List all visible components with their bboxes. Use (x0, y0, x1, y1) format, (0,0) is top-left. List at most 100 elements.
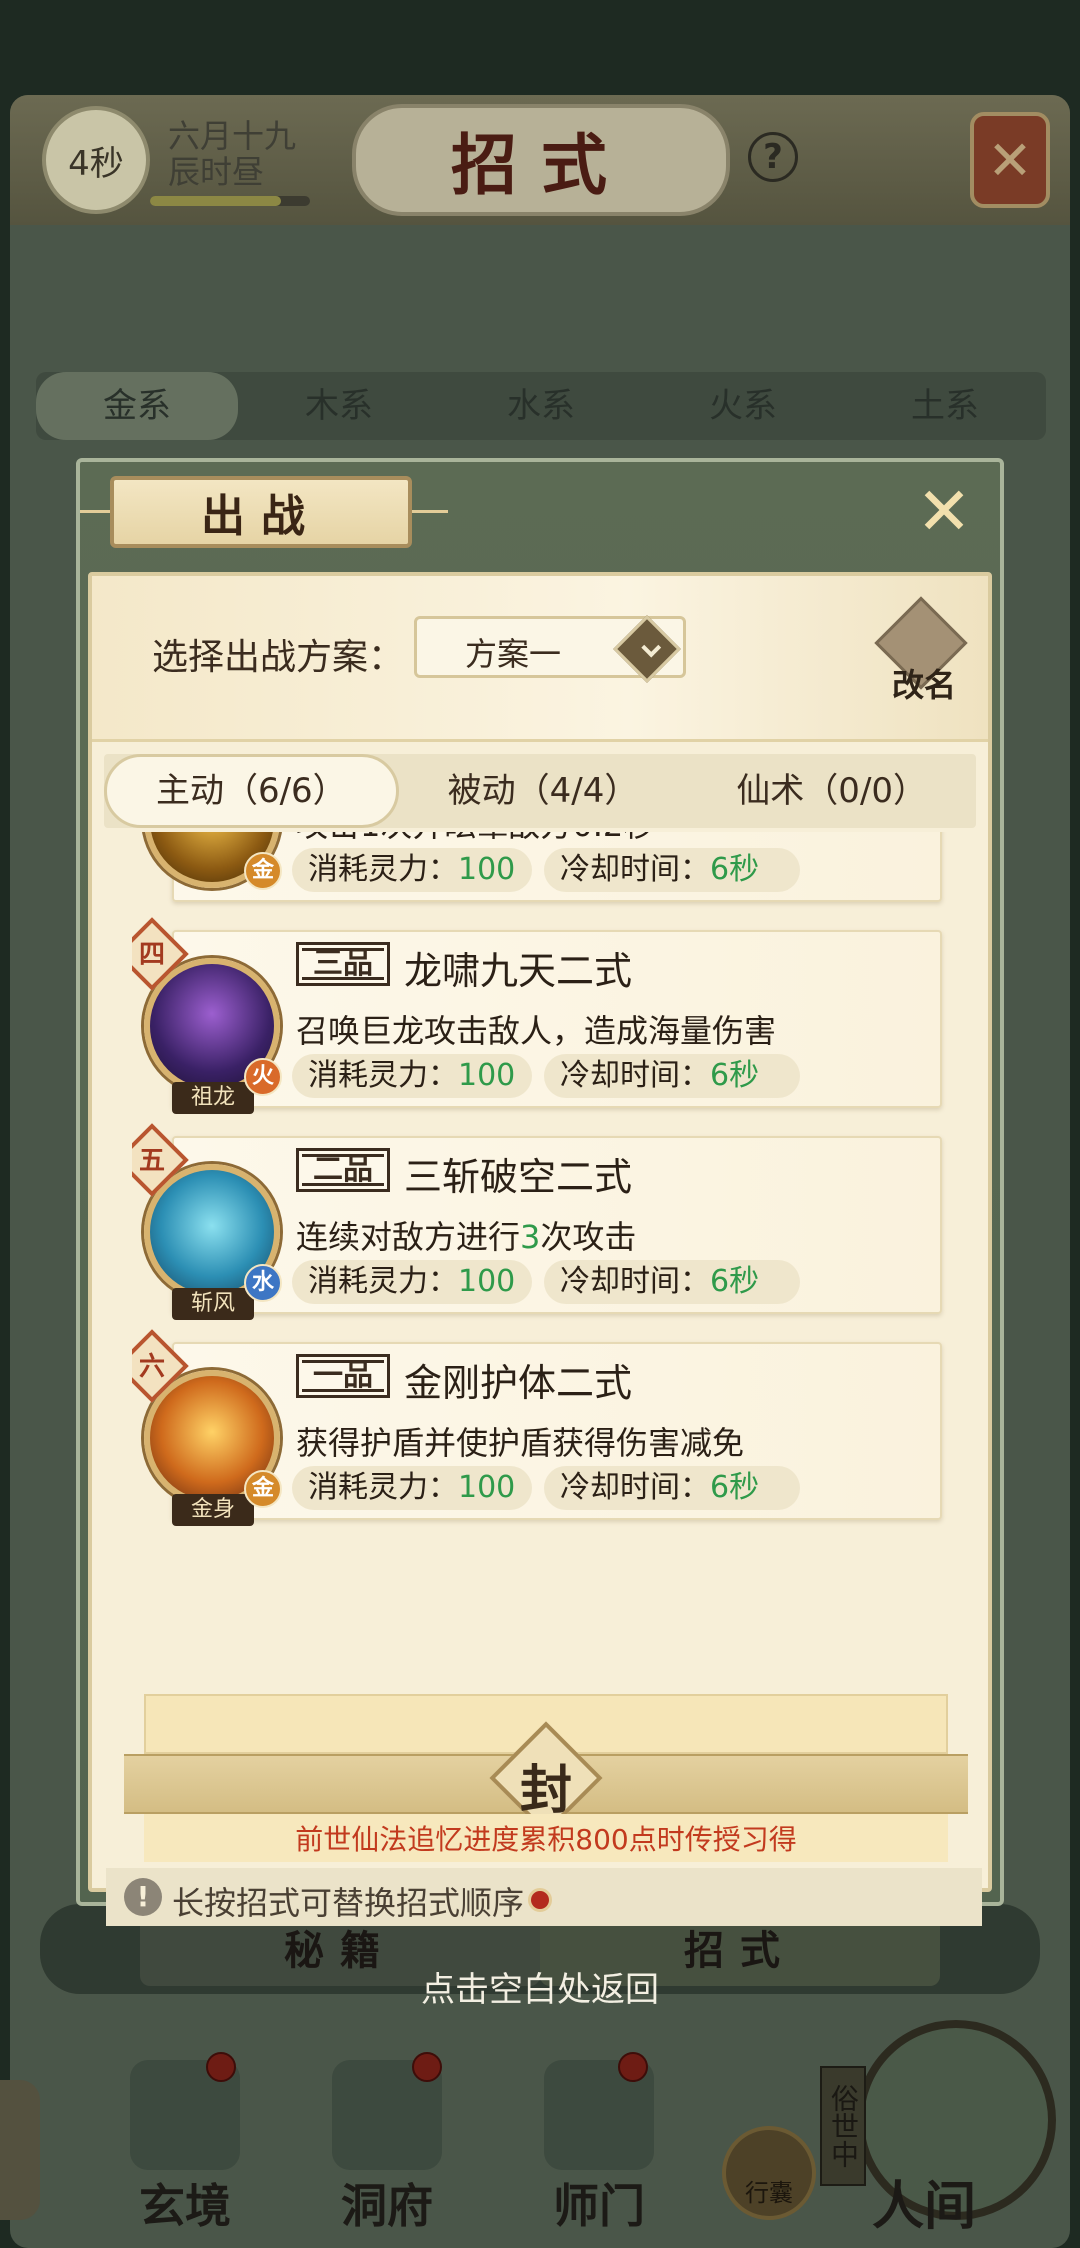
cooldown-label: 冷却时间： (560, 1264, 710, 1299)
cooldown: 冷却时间：6秒 (544, 1466, 800, 1510)
scheme-row: 选择出战方案： 方案一 改名 (92, 576, 988, 742)
mana-cost: 消耗灵力：100 (292, 1054, 532, 1098)
tab-active-skills[interactable]: 主动（6/6） (104, 754, 399, 828)
nav-dongfu[interactable]: 洞府 (312, 2060, 462, 2236)
grade-tag: 二品 (296, 1148, 390, 1192)
info-icon: ! (124, 1878, 162, 1916)
mana-label: 消耗灵力： (308, 1264, 458, 1299)
cooldown-value: 6秒 (710, 852, 760, 887)
skill-type-tabs: 主动（6/6） 被动（4/4） 仙术（0/0） (104, 754, 976, 828)
rename-button[interactable]: 改名 (874, 596, 970, 706)
unlock-requirement: 前世仙法追忆进度累积800点时传授习得 (295, 1823, 797, 1856)
page-title: 招式 (352, 104, 730, 216)
world-label: 人间 (872, 2176, 977, 2237)
tab-earth[interactable]: 土系 (844, 372, 1046, 440)
element-badge: 金 (244, 1470, 282, 1508)
tab-metal[interactable]: 金系 (36, 372, 238, 440)
cooldown: 冷却时间：6秒 (544, 848, 800, 892)
cooldown-label: 冷却时间： (560, 1470, 710, 1505)
grade-tag: 三品 (296, 942, 390, 986)
desc-text: 连续对敌方进行 (296, 1218, 521, 1256)
nav-label: 玄境 (139, 2179, 231, 2233)
element-badge: 火 (244, 1058, 282, 1096)
element-badge: 金 (244, 852, 282, 890)
skill-card[interactable]: 祖龙 火 四 三品 龙啸九天二式 召唤巨龙攻击敌人，造成海量伤害 消耗灵力：10… (132, 917, 950, 1114)
mana-cost: 消耗灵力：100 (292, 1260, 532, 1304)
mana-value: 100 (458, 1264, 516, 1299)
skill-list[interactable]: 金 攻击1次并眩晕敌方0.2秒 消耗灵力：100 冷却时间：6秒 祖龙 火 四 … (132, 832, 950, 1682)
skill-name: 龙啸九天二式 (404, 949, 633, 993)
cooldown: 冷却时间：6秒 (544, 1054, 800, 1098)
skill-description: 召唤巨龙攻击敌人，造成海量伤害 (296, 1006, 776, 1052)
skill-card[interactable]: 斩风 水 五 二品 三斩破空二式 连续对敌方进行3次攻击 消耗灵力：100 冷却… (132, 1123, 950, 1320)
rank-number: 四 (138, 940, 165, 970)
time-progress-bar (150, 196, 310, 206)
skill-description: 获得护盾并使护盾获得伤害减免 (296, 1418, 744, 1464)
hint-text: 长按招式可替换招式顺序 (172, 1884, 525, 1922)
seal-character: 封 (519, 1760, 572, 1821)
world-status-tag: 俗世中 (820, 2066, 866, 2186)
countdown-timer: 4秒 (42, 106, 150, 214)
rank-number: 五 (138, 1146, 165, 1176)
scheme-dropdown[interactable]: 方案一 (414, 615, 686, 683)
help-icon[interactable]: ? (748, 132, 798, 182)
avatar-name: 金身 (172, 1494, 254, 1526)
time-progress-fill (150, 196, 282, 206)
rank-number: 六 (138, 1352, 165, 1382)
scheme-label: 选择出战方案： (152, 637, 405, 678)
skill-card[interactable]: 金身 金 六 一品 金刚护体二式 获得护盾并使护盾获得伤害减免 消耗灵力：100… (132, 1329, 950, 1526)
element-tabs: 金系 木系 水系 火系 土系 (36, 372, 1046, 440)
nav-label: 师门 (553, 2179, 645, 2233)
cooldown-label: 冷却时间： (560, 852, 710, 887)
rename-label: 改名 (891, 666, 956, 704)
tab-fire[interactable]: 火系 (642, 372, 844, 440)
avatar-name: 斩风 (172, 1288, 254, 1320)
cooldown-value: 6秒 (710, 1470, 760, 1505)
title-ornament (412, 510, 448, 513)
date-day: 六月十九 (168, 117, 297, 155)
chevron-down-icon (613, 615, 681, 683)
mana-cost: 消耗灵力：100 (292, 848, 532, 892)
nav-xuanjing[interactable]: 玄境 (110, 2060, 260, 2236)
page-close-button[interactable]: ✕ (970, 112, 1050, 208)
tab-wood[interactable]: 木系 (238, 372, 440, 440)
cooldown-value: 6秒 (710, 1264, 760, 1299)
grade-tag: 一品 (296, 1354, 390, 1398)
panel-connector-knot (528, 1888, 552, 1912)
cooldown-label: 冷却时间： (560, 1058, 710, 1093)
cooldown: 冷却时间：6秒 (544, 1260, 800, 1304)
dialog-content: 选择出战方案： 方案一 改名 主动（6/6） 被动（4/4） 仙术（0/0） 金 (88, 572, 992, 1926)
element-badge: 水 (244, 1264, 282, 1302)
mana-value: 100 (458, 1470, 516, 1505)
skill-card[interactable]: 金 攻击1次并眩晕敌方0.2秒 消耗灵力：100 冷却时间：6秒 (132, 832, 950, 906)
cooldown-value: 6秒 (710, 1058, 760, 1093)
tab-immortal-arts[interactable]: 仙术（0/0） (687, 754, 976, 828)
close-icon[interactable]: ✕ (914, 479, 974, 545)
notification-dot (206, 2052, 236, 2082)
desc-text: 召唤巨龙攻击敌人，造成海量伤害 (296, 1012, 777, 1050)
desc-text: 攻击1次并眩晕敌方0.2秒 (296, 832, 655, 844)
dialog-title: 出战 (110, 476, 412, 548)
sealed-slot: 封 前世仙法追忆进度累积800点时传授习得 (124, 1694, 968, 1862)
side-scroll-handle (0, 2080, 40, 2220)
tab-water[interactable]: 水系 (440, 372, 642, 440)
battle-loadout-dialog: 出战 ✕ 选择出战方案： 方案一 改名 主动（6/6） 被动（4/4） 仙术（0… (76, 458, 1004, 1926)
nav-shimen[interactable]: 师门 (524, 2060, 674, 2236)
desc-text: 获得护盾并使护盾获得伤害减免 (296, 1424, 745, 1462)
tab-passive-skills[interactable]: 被动（4/4） (399, 754, 688, 828)
scheme-value: 方案一 (465, 635, 562, 673)
avatar-name: 祖龙 (172, 1082, 254, 1114)
nav-label: 洞府 (341, 2179, 433, 2233)
inventory-pouch-button[interactable]: 行囊 (722, 2126, 816, 2220)
mana-cost: 消耗灵力：100 (292, 1466, 532, 1510)
game-date: 六月十九 辰时昼 (168, 118, 296, 190)
skill-description: 连续对敌方进行3次攻击 (296, 1212, 636, 1258)
mana-label: 消耗灵力： (308, 1470, 458, 1505)
mana-value: 100 (458, 852, 516, 887)
desc-text: 次攻击 (540, 1218, 637, 1256)
notification-dot (412, 2052, 442, 2082)
skill-description: 攻击1次并眩晕敌方0.2秒 (296, 832, 655, 846)
mana-label: 消耗灵力： (308, 852, 458, 887)
tap-to-return-hint[interactable]: 点击空白处返回 (0, 1962, 1080, 2011)
notification-dot (618, 2052, 648, 2082)
